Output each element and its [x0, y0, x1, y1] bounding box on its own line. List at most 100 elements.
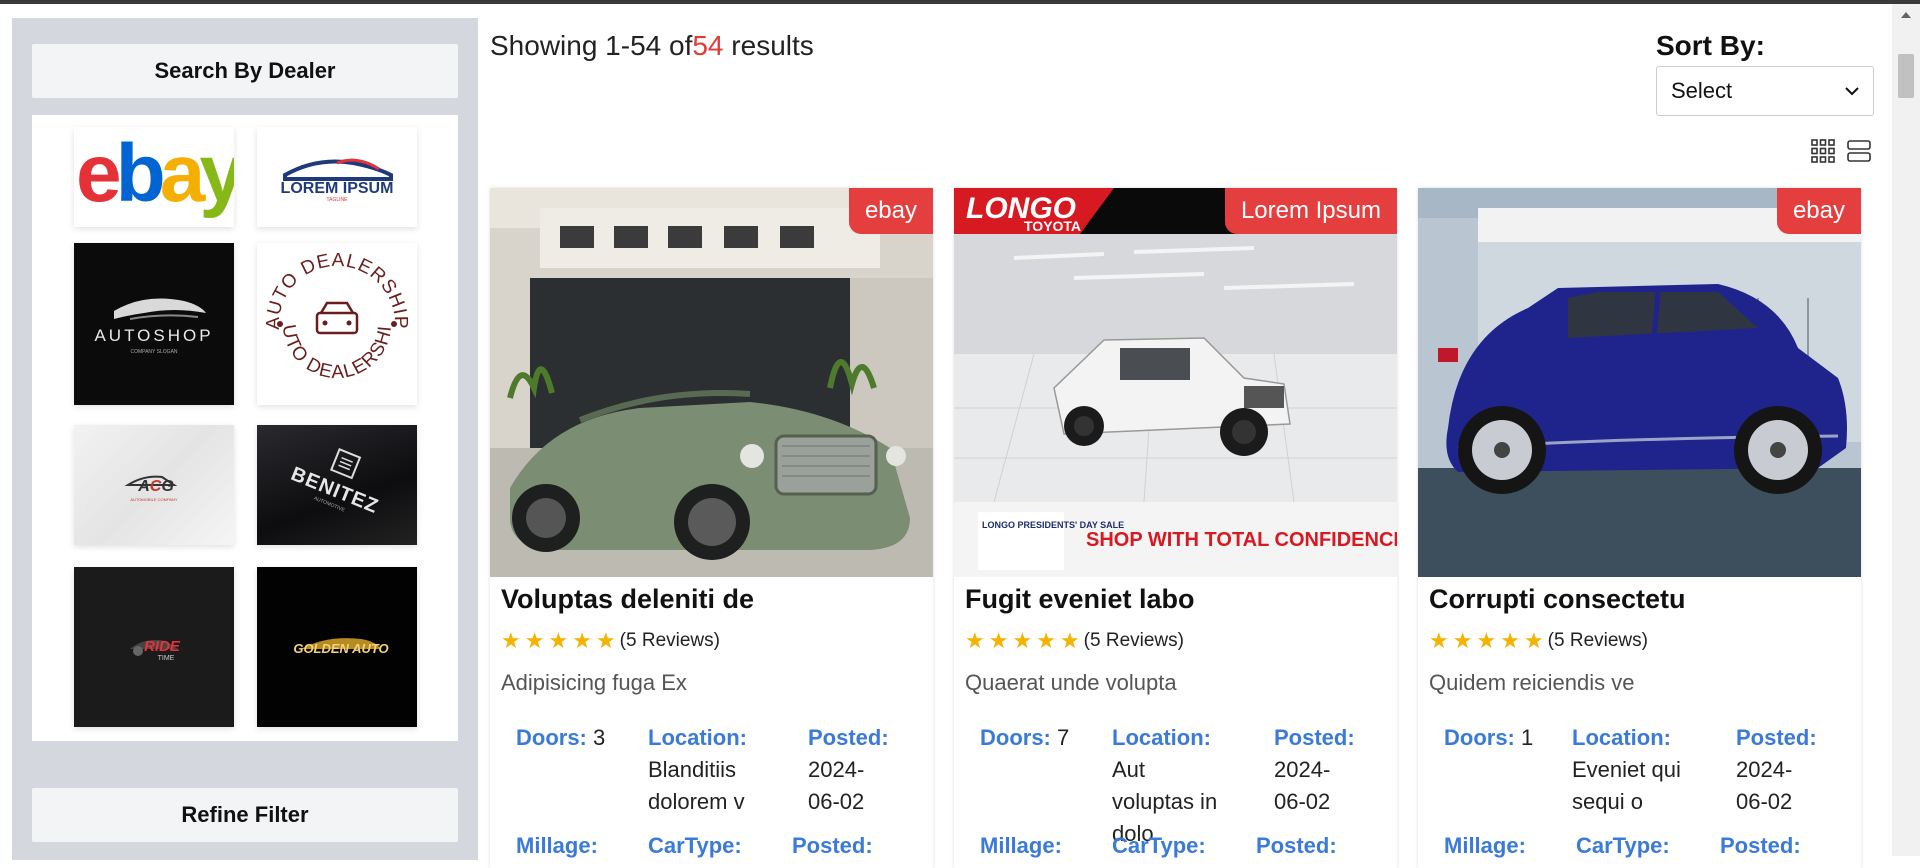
dealer-logo-ride-time[interactable]: RIDE TIME	[74, 567, 234, 727]
star-icon: ★	[1452, 628, 1473, 653]
star-icon: ★	[1500, 628, 1520, 653]
star-icon: ★	[572, 628, 592, 653]
listing-image[interactable]: ebay	[1418, 188, 1861, 577]
dealer-logo-grid: ebay LOREM IPSUM TAGLINE AUTOSHOP COMPAN…	[32, 115, 458, 741]
star-icon: ★	[524, 628, 545, 653]
audi-q3-photo	[1418, 188, 1861, 577]
svg-text:GOLDEN AUTO: GOLDEN AUTO	[293, 641, 388, 656]
results-area: Showing 1-54 of54 results Sort By: Selec…	[490, 4, 1890, 868]
svg-text:AUTOSHOP: AUTOSHOP	[94, 326, 213, 345]
svg-text:COMPANY SLOGAN: COMPANY SLOGAN	[130, 349, 177, 355]
star-icon: ★	[1012, 628, 1033, 653]
list-view-icon[interactable]	[1846, 138, 1872, 164]
star-icon: ★	[548, 628, 569, 653]
svg-text:ebay: ebay	[76, 128, 234, 219]
star-icon: ★	[1476, 628, 1497, 653]
page-scrollbar[interactable]	[1892, 4, 1920, 856]
star-icon: ★	[965, 628, 985, 653]
star-icon: ★	[1429, 628, 1449, 653]
acg-logo: ACG AUTOMOBILE COMPANY	[124, 475, 178, 502]
star-icon: ★	[1523, 628, 1544, 653]
benitez-logo: BENITEZ AUTOMOTIVE	[288, 448, 382, 518]
spec-location: Location: Eveniet qui sequi o	[1572, 725, 1681, 814]
autoshop-logo: AUTOSHOP COMPANY SLOGAN	[94, 298, 213, 355]
listing-title[interactable]: Corrupti consectetu	[1429, 584, 1686, 615]
dealer-logo-lorem-ipsum[interactable]: LOREM IPSUM TAGLINE	[257, 127, 417, 227]
review-count: (5 Reviews)	[1547, 630, 1648, 651]
svg-text:LOREM IPSUM: LOREM IPSUM	[281, 180, 394, 197]
chevron-down-icon	[1845, 87, 1859, 96]
spec-cartype: CarType:	[1576, 833, 1670, 858]
dealer-logo-golden-auto[interactable]: GOLDEN AUTO	[257, 567, 417, 727]
golden-auto-logo: GOLDEN AUTO	[293, 638, 389, 656]
sort-select[interactable]: Select	[1656, 66, 1874, 116]
listing-description: Quidem reiciendis ve	[1429, 670, 1635, 695]
spec-doors: Doors: 1	[1444, 725, 1534, 750]
svg-text:AUTO DEALERSHIP: AUTO DEALERSHIP	[263, 250, 411, 330]
svg-text:RIDE: RIDE	[144, 638, 181, 655]
spec-doors: Doors: 7	[980, 725, 1070, 750]
lorem-ipsum-car-logo: LOREM IPSUM TAGLINE	[281, 158, 394, 203]
listing-title[interactable]: Fugit eveniet labo	[965, 584, 1195, 615]
listing-description: Quaerat unde volupta	[965, 670, 1177, 695]
dealer-logo-acg[interactable]: ACG AUTOMOBILE COMPANY	[74, 425, 234, 545]
sort-selected-value: Select	[1671, 78, 1733, 103]
spec-posted-2: Posted:	[792, 833, 873, 858]
listing-card[interactable]: ebay Voluptas deleniti de ★ ★ ★ ★ ★ (5 Revie…	[490, 188, 933, 868]
sidebar: Search By Dealer ebay LOREM IPSUM TAGLIN…	[12, 18, 478, 860]
scroll-up-arrow-icon[interactable]	[1901, 12, 1911, 18]
rating-stars: ★ ★ ★ ★ ★ (5 Reviews)	[501, 628, 720, 654]
results-count: Showing 1-54 of54 results	[490, 30, 814, 62]
bentley-convertible-photo	[490, 188, 933, 577]
refine-filter-heading[interactable]: Refine Filter	[32, 788, 458, 842]
results-prefix: Showing 1-54 of	[490, 30, 693, 61]
auto-dealership-badge-logo: AUTO DEALERSHIP AUTO DEALERSHIP	[257, 243, 411, 383]
toyota-sub-text: TOYOTA	[1024, 218, 1081, 234]
spec-location: Location: Blanditiis dolorem v	[648, 725, 747, 814]
dealer-badge: ebay	[848, 188, 933, 234]
shop-confidence-text: SHOP WITH TOTAL CONFIDENCE	[1086, 529, 1397, 551]
spec-cartype: CarType:	[648, 833, 742, 858]
listing-image[interactable]: LONGO TOYOTA LONGO PRESIDENTS' DAY SALE …	[954, 188, 1397, 577]
spec-millage: Millage:	[516, 833, 598, 858]
ebay-logo: ebay	[76, 128, 234, 219]
listing-description: Adipisicing fuga Ex	[501, 670, 687, 695]
rating-stars: ★ ★ ★ ★ ★ (5 Reviews)	[965, 628, 1184, 654]
page: Search By Dealer ebay LOREM IPSUM TAGLIN…	[0, 4, 1920, 868]
spec-posted: Posted: 2024- 06-02	[1274, 725, 1355, 814]
dealer-logo-auto-dealership[interactable]: AUTO DEALERSHIP AUTO DEALERSHIP	[257, 243, 417, 405]
toyota-tacoma-photo: LONGO TOYOTA LONGO PRESIDENTS' DAY SALE …	[954, 188, 1397, 577]
spec-millage: Millage:	[1444, 833, 1526, 858]
spec-cartype: CarType:	[1112, 833, 1206, 858]
scrollbar-thumb[interactable]	[1898, 54, 1914, 98]
star-icon: ★	[1059, 628, 1080, 653]
results-total: 54	[692, 30, 724, 61]
star-icon: ★	[988, 628, 1009, 653]
listing-title[interactable]: Voluptas deleniti de	[501, 584, 754, 615]
rating-stars: ★ ★ ★ ★ ★ (5 Reviews)	[1429, 628, 1648, 654]
listing-image[interactable]: ebay	[490, 188, 933, 577]
svg-text:TAGLINE: TAGLINE	[326, 197, 348, 203]
dealer-badge: Lorem Ipsum	[1224, 188, 1397, 234]
dealer-logo-ebay[interactable]: ebay	[74, 127, 234, 227]
spec-doors: Doors: 3	[516, 725, 606, 750]
ride-time-logo: RIDE TIME	[130, 638, 181, 662]
spec-posted-2: Posted:	[1256, 833, 1337, 858]
spec-posted: Posted: 2024- 06-02	[808, 725, 889, 814]
dealer-badge: ebay	[1776, 188, 1861, 234]
dealer-logo-benitez[interactable]: BENITEZ AUTOMOTIVE	[257, 425, 417, 545]
star-icon: ★	[1036, 628, 1056, 653]
svg-text:TIME: TIME	[158, 655, 175, 662]
spec-posted-2: Posted:	[1720, 833, 1801, 858]
grid-view-icon[interactable]	[1810, 138, 1836, 164]
review-count: (5 Reviews)	[1083, 630, 1184, 651]
spec-millage: Millage:	[980, 833, 1062, 858]
svg-text:ACG: ACG	[137, 478, 174, 495]
review-count: (5 Reviews)	[619, 630, 720, 651]
dealer-logo-autoshop[interactable]: AUTOSHOP COMPANY SLOGAN	[74, 243, 234, 405]
sort-by-label: Sort By:	[1656, 30, 1765, 61]
star-icon: ★	[595, 628, 616, 653]
listing-card[interactable]: ebay Corrupti consectetu ★ ★ ★ ★ ★ (5 Review…	[1418, 188, 1861, 868]
listing-card[interactable]: LONGO TOYOTA LONGO PRESIDENTS' DAY SALE …	[954, 188, 1397, 868]
results-suffix: results	[723, 30, 814, 61]
